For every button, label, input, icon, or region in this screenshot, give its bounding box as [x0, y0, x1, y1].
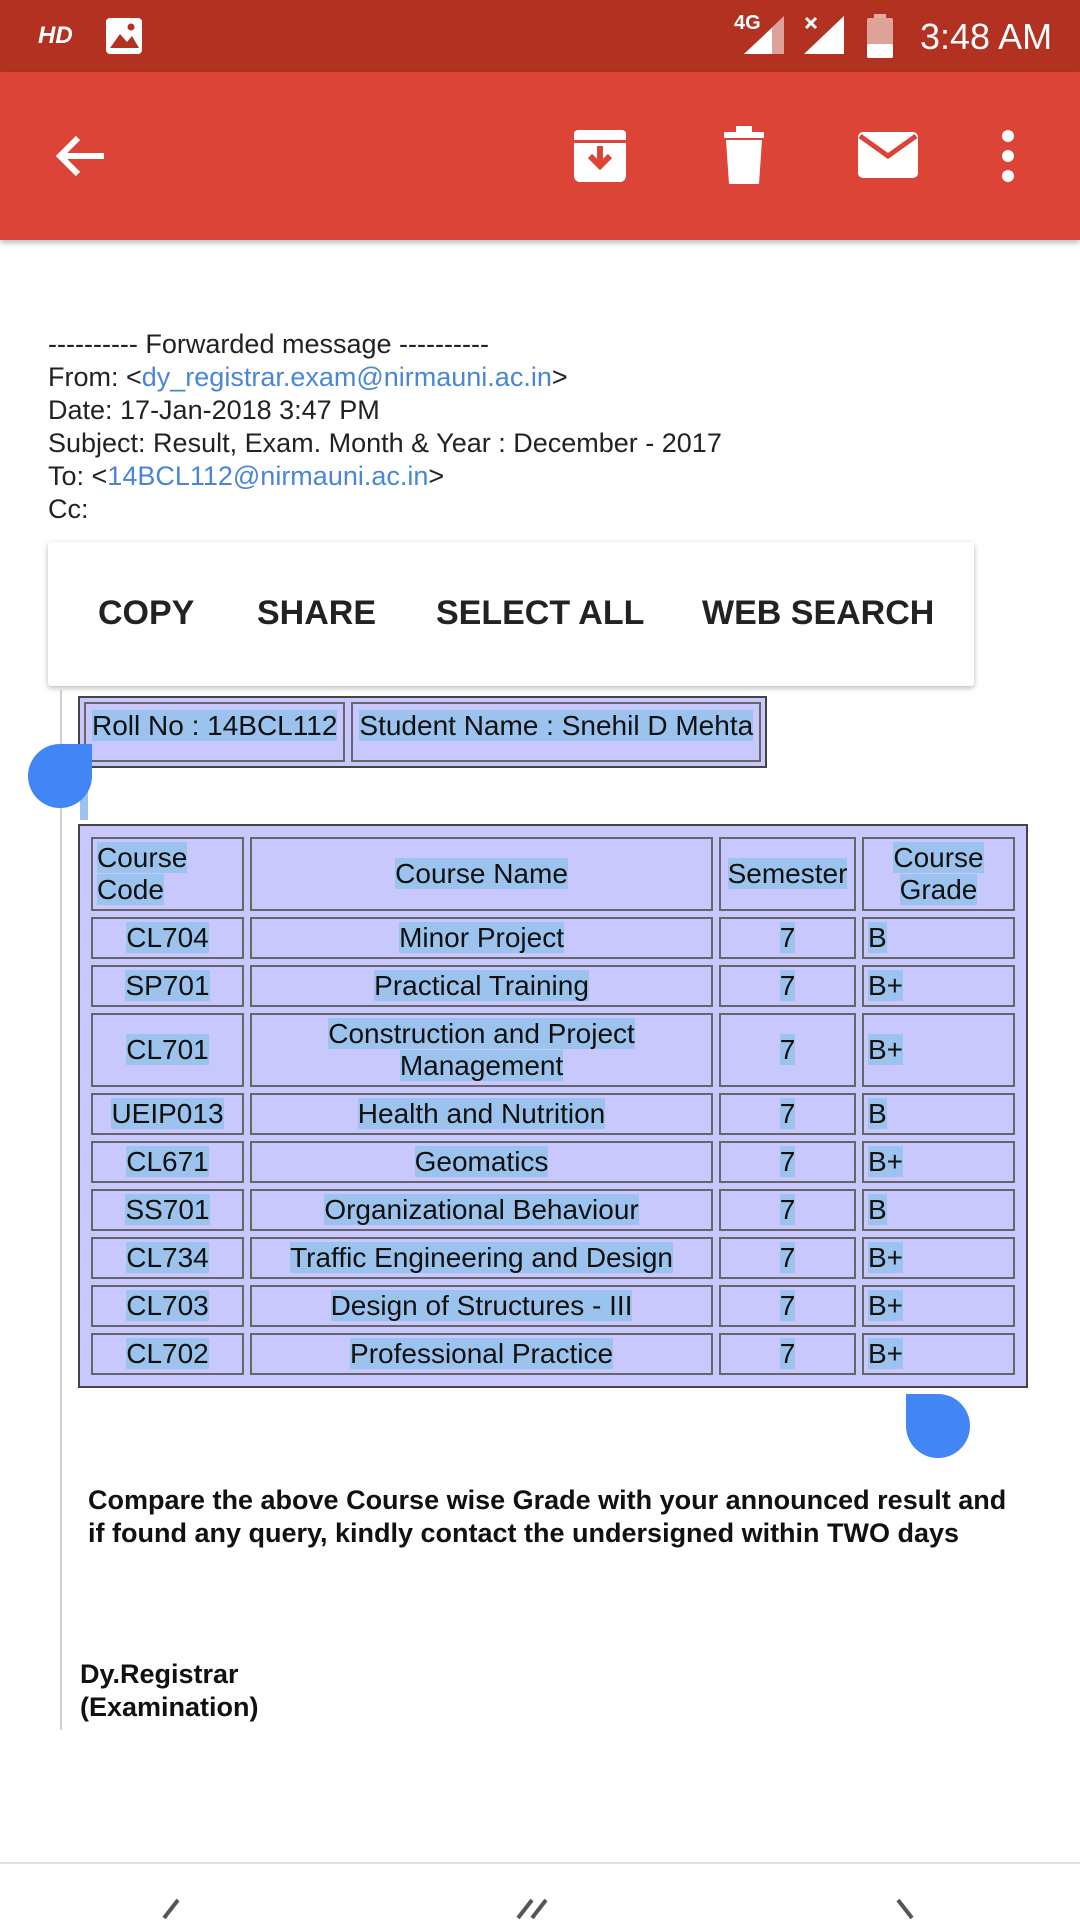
semester-cell: 7: [719, 1013, 856, 1087]
forwarded-header: ---------- Forwarded message ---------- …: [48, 328, 722, 526]
more-options-icon[interactable]: [1000, 128, 1016, 189]
status-bar: HD 4G 3:48 AM: [0, 0, 1080, 72]
grade-cell: B+: [861, 965, 1015, 1007]
message-navigation-bar: [0, 1864, 1080, 1920]
signature-department: (Examination): [80, 1692, 259, 1722]
hd-indicator: HD: [38, 22, 73, 49]
grade-cell: B+: [861, 1237, 1015, 1279]
grade-cell: B+: [861, 1141, 1015, 1183]
student-info-table: Roll No : 14BCL112 Student Name : Snehil…: [78, 696, 768, 768]
course-name-cell: Organizational Behaviour: [250, 1189, 714, 1231]
course-name-cell: Geomatics: [250, 1141, 714, 1183]
back-arrow-icon[interactable]: [54, 132, 106, 185]
semester-cell: 7: [719, 1093, 856, 1135]
quote-bar: [60, 690, 62, 1730]
grade-cell: B+: [861, 1285, 1015, 1327]
course-code-cell: CL702: [91, 1333, 244, 1375]
grade-cell: B+: [861, 1333, 1015, 1375]
table-row: SS701 Organizational Behaviour 7 B: [91, 1189, 1015, 1231]
share-button[interactable]: SHARE: [257, 594, 376, 633]
date-line: Date: 17-Jan-2018 3:47 PM: [48, 395, 380, 425]
semester-cell: 7: [719, 965, 856, 1007]
image-notification-icon: [104, 16, 144, 61]
grade-cell: B+: [861, 1013, 1015, 1087]
from-label: From: <: [48, 362, 142, 392]
semester-cell: 7: [719, 1237, 856, 1279]
select-all-button[interactable]: SELECT ALL: [436, 594, 644, 633]
semester-cell: 7: [719, 1189, 856, 1231]
header-course-name: Course Name: [250, 837, 714, 911]
table-row: SP701 Practical Training 7 B+: [91, 965, 1015, 1007]
from-line: From: <dy_registrar.exam@nirmauni.ac.in>: [48, 361, 722, 394]
course-code-cell: CL701: [91, 1013, 244, 1087]
course-code-cell: CL703: [91, 1285, 244, 1327]
grade-cell: B: [861, 917, 1015, 959]
archive-icon[interactable]: [570, 126, 630, 191]
to-email-link[interactable]: 14BCL112@nirmauni.ac.in: [107, 461, 428, 491]
student-name-cell: Student Name : Snehil D Mehta: [351, 702, 762, 762]
table-row: CL704 Minor Project 7 B: [91, 917, 1015, 959]
status-time: 3:48 AM: [920, 16, 1053, 57]
course-name-cell: Traffic Engineering and Design: [250, 1237, 714, 1279]
grade-cell: B: [861, 1093, 1015, 1135]
course-name-cell: Minor Project: [250, 917, 714, 959]
previous-arrow-icon[interactable]: [160, 1898, 180, 1925]
header-course-code: Course Code: [91, 837, 244, 911]
course-name-cell: Practical Training: [250, 965, 714, 1007]
to-close: >: [428, 461, 445, 491]
course-grade-table: Course Code Course Name Semester Course …: [78, 824, 1028, 1388]
grade-cell: B: [861, 1189, 1015, 1231]
no-data-signal-icon: [802, 14, 846, 61]
web-search-button[interactable]: WEB SEARCH: [702, 594, 934, 633]
course-code-cell: CL671: [91, 1141, 244, 1183]
course-code-cell: CL704: [91, 917, 244, 959]
course-name-cell: Construction and Project Management: [250, 1013, 714, 1087]
to-label: To: <: [48, 461, 108, 491]
notice-text: Compare the above Course wise Grade with…: [88, 1485, 1007, 1548]
from-email-link[interactable]: dy_registrar.exam@nirmauni.ac.in: [142, 362, 552, 392]
header-course-grade: Course Grade: [861, 837, 1015, 911]
student-name-text: Student Name : Snehil D Mehta: [359, 710, 754, 741]
semester-cell: 7: [719, 1141, 856, 1183]
roll-number-cell: Roll No : 14BCL112: [84, 702, 346, 762]
course-name-cell: Professional Practice: [250, 1333, 714, 1375]
mark-unread-mail-icon[interactable]: [856, 130, 920, 185]
table-row: CL701 Construction and Project Managemen…: [91, 1013, 1015, 1087]
next-arrow-icon[interactable]: [896, 1898, 916, 1925]
table-row: CL734 Traffic Engineering and Design 7 B…: [91, 1237, 1015, 1279]
delete-icon[interactable]: [720, 126, 768, 191]
forwarded-divider: ---------- Forwarded message ----------: [48, 329, 489, 359]
subject-line: Subject: Result, Exam. Month & Year : De…: [48, 428, 722, 458]
course-code-cell: CL734: [91, 1237, 244, 1279]
copy-button[interactable]: COPY: [98, 594, 194, 633]
semester-cell: 7: [719, 1333, 856, 1375]
course-code-cell: UEIP013: [91, 1093, 244, 1135]
to-line: To: <14BCL112@nirmauni.ac.in>: [48, 460, 722, 493]
table-row: CL702 Professional Practice 7 B+: [91, 1333, 1015, 1375]
course-name-cell: Health and Nutrition: [250, 1093, 714, 1135]
roll-number-text: Roll No : 14BCL112: [92, 710, 338, 741]
table-row: CL671 Geomatics 7 B+: [91, 1141, 1015, 1183]
course-code-cell: SP701: [91, 965, 244, 1007]
table-header-row: Course Code Course Name Semester Course …: [91, 837, 1015, 911]
reply-all-icon[interactable]: [514, 1898, 548, 1925]
signature-block: Dy.Registrar (Examination): [80, 1658, 259, 1724]
course-code-cell: SS701: [91, 1189, 244, 1231]
selection-end-handle[interactable]: [906, 1394, 970, 1458]
text-selection-toolbar: COPY SHARE SELECT ALL WEB SEARCH: [48, 542, 974, 686]
semester-cell: 7: [719, 917, 856, 959]
course-name-cell: Design of Structures - III: [250, 1285, 714, 1327]
battery-icon: [866, 14, 894, 63]
semester-cell: 7: [719, 1285, 856, 1327]
cc-line: Cc:: [48, 494, 89, 524]
from-close: >: [551, 362, 568, 392]
mobile-signal-icon: [742, 14, 786, 61]
email-toolbar: [0, 72, 1080, 240]
table-row: CL703 Design of Structures - III 7 B+: [91, 1285, 1015, 1327]
table-row: UEIP013 Health and Nutrition 7 B: [91, 1093, 1015, 1135]
signature-title: Dy.Registrar: [80, 1659, 239, 1689]
header-semester: Semester: [719, 837, 856, 911]
selection-start-handle[interactable]: [28, 744, 92, 808]
